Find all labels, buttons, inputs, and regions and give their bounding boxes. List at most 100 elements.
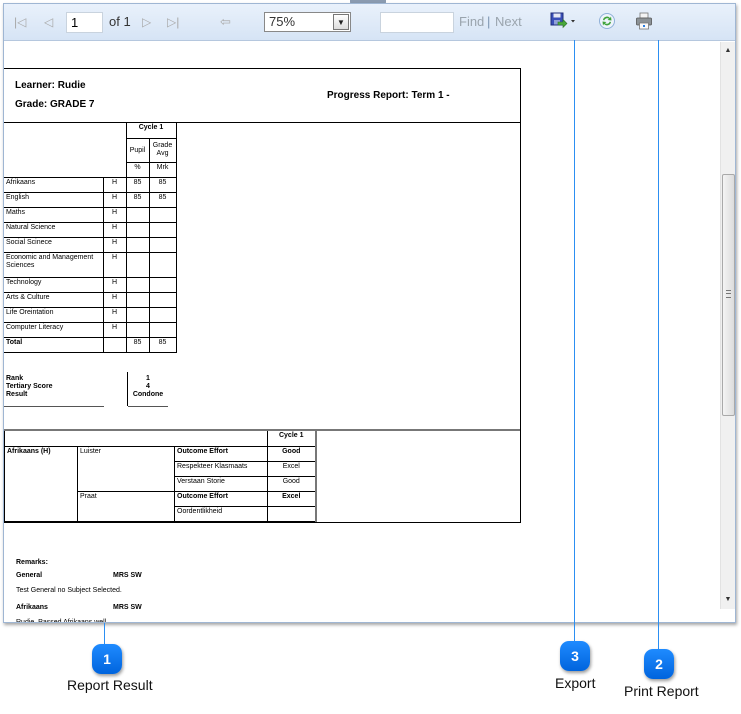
marks-row: Arts & Culture H [4,291,177,308]
report-header: Learner: Rudie Grade: GRADE 7 Progress R… [4,69,520,123]
subject-level: H [102,191,127,208]
marks-table: Cycle 1 Pupil Grade Avg % Mrk Afrikaans H… [4,123,177,353]
pupil-mark [125,321,150,338]
outcome-criterion: Oordentlikheid [174,505,268,522]
marks-row: Economic and Management Sciences H [4,251,177,278]
outcome-skill: Praat [77,490,175,522]
print-icon [636,12,652,30]
scroll-down-icon[interactable]: ▼ [721,593,735,607]
subject-name: Life Oreintation [4,306,104,323]
marks-row: Computer Literacy H [4,321,177,338]
find-separator: | [487,14,491,29]
pupil-mark [125,206,150,223]
first-page-icon[interactable]: |◁ [14,14,26,30]
callout-label-print-report: Print Report [624,683,699,699]
subject-name: Computer Literacy [4,321,104,338]
report-page: Learner: Rudie Grade: GRADE 7 Progress R… [4,68,521,622]
next-page-icon[interactable]: ▷ [142,14,151,30]
find-next-link[interactable]: Next [495,14,522,29]
pupil-mark [125,221,150,238]
scroll-up-icon[interactable]: ▲ [721,44,735,58]
pupil-mark [125,276,150,293]
outcomes-table: Cycle 1 Afrikaans (H) Luister Outcome Effo… [4,431,317,522]
outcome-skill: Luister [77,445,175,492]
marks-row: Social Scinece H [4,236,177,253]
previous-page-icon[interactable]: ◁ [44,14,53,30]
subject-level: H [102,251,127,278]
subject-name: Maths [4,206,104,223]
outcome-subject: Afrikaans (H) [4,445,78,522]
subject-level: H [102,306,127,323]
outcome-value: Excel [267,460,317,477]
scrollbar-thumb[interactable] [722,174,735,416]
outcome-criterion: Respekteer Klasmaats [174,460,268,477]
pupil-header: Pupil [125,137,150,163]
subject-level: H [102,291,127,308]
report-content[interactable]: Learner: Rudie Grade: GRADE 7 Progress R… [4,42,720,622]
marks-row: English H 85 85 [4,191,177,208]
outcome-criterion: Verstaan Storie [174,475,268,492]
subject-level: H [102,321,127,338]
outcome-value [267,505,317,522]
total-pupil: 85 [125,336,150,353]
grade-avg-mark: 85 [148,176,177,193]
find-link[interactable]: Find [459,14,484,29]
outcome-criterion: Outcome Effort [174,490,268,507]
callout-label-export: Export [555,675,596,691]
grade-avg-mark [148,206,177,223]
subject-level: H [102,206,127,223]
refresh-icon [599,13,615,29]
chevron-down-icon[interactable]: ▼ [333,14,349,30]
grade-avg-mark [148,221,177,238]
vertical-scrollbar[interactable]: ▲ ▼ [720,42,735,609]
learner-grade: Grade: GRADE 7 [15,99,95,110]
subject-name: Arts & Culture [4,291,104,308]
outcome-criterion: Outcome Effort [174,445,268,462]
callout-badge-2: 2 [644,649,674,679]
refresh-button[interactable] [598,12,616,33]
subject-name: English [4,191,104,208]
remark-header: Afrikaans MRS SW [16,604,216,612]
remark-subject: General [16,572,43,579]
back-to-parent-icon[interactable]: ⇦ [220,14,231,30]
remarks-title: Remarks: [16,559,48,566]
remark-teacher: MRS SW [113,604,142,611]
result-label: Result [6,391,28,398]
outcome-value: Good [267,445,317,462]
last-page-icon[interactable]: ▷| [167,14,179,30]
pupil-mark [125,251,150,278]
subject-name: Natural Science [4,221,104,238]
pupil-unit: % [125,161,150,178]
grade-avg-mark [148,276,177,293]
page-number-input[interactable] [66,12,103,33]
tertiary-score-value: 4 [146,383,150,390]
toolbar: |◁ ◁ of 1 ▷ ▷| ⇦ 75% ▼ Find | Next [4,4,735,41]
report-title: Progress Report: Term 1 - [327,90,450,101]
rank-value: 1 [146,375,150,382]
tertiary-score-label: Tertiary Score [6,383,53,390]
export-icon [550,12,575,29]
marks-row: Afrikaans H 85 85 [4,176,177,193]
print-button[interactable] [635,12,653,33]
pupil-mark: 85 [125,176,150,193]
total-avg: 85 [148,336,177,353]
grade-avg-mark [148,251,177,278]
remark-text: Test General no Subject Selected. [16,587,122,594]
learner-name: Learner: Rudie [15,80,86,91]
marks-row: Technology H [4,276,177,293]
remark-subject: Afrikaans [16,604,48,611]
marks-row: Maths H [4,206,177,223]
total-level [102,336,127,353]
remark-header: General MRS SW [16,572,216,580]
pupil-mark [125,291,150,308]
summary-labels: Rank Tertiary Score Result [6,375,53,399]
cycle-header: Cycle 1 [125,123,177,139]
avg-unit: Mrk [148,161,177,178]
zoom-value: 75% [269,14,296,29]
subject-level: H [102,276,127,293]
zoom-select[interactable]: 75% ▼ [264,12,351,32]
grip-icon [726,290,731,298]
export-button[interactable] [550,12,576,33]
find-input[interactable] [380,12,454,33]
remark-teacher: MRS SW [113,572,142,579]
